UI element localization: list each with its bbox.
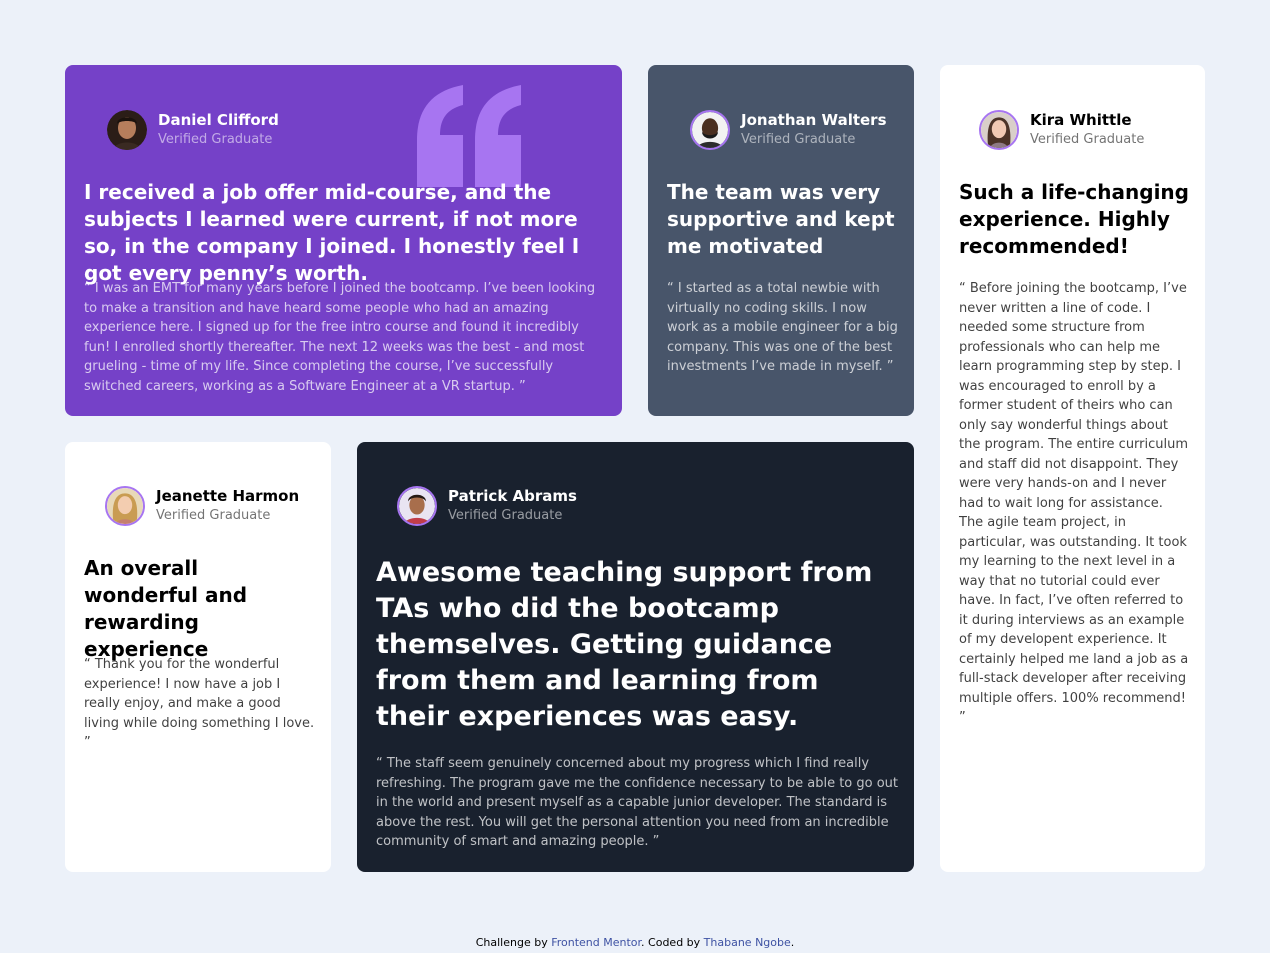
- attribution-middle: . Coded by: [641, 936, 701, 949]
- testimonial-headline: An overall wonderful and rewarding exper…: [84, 556, 248, 661]
- quotation-mark-icon: [417, 85, 521, 187]
- avatar: [979, 110, 1019, 150]
- avatar: [690, 110, 730, 150]
- testimonial-card-jonathan: Jonathan Walters Verified Graduate The t…: [648, 65, 914, 416]
- testimonial-card-jeanette: Jeanette Harmon Verified Graduate An ove…: [65, 442, 331, 872]
- attribution-prefix: Challenge by: [475, 936, 548, 949]
- testimonial-headline: Awesome teaching support from TAs who di…: [376, 557, 873, 732]
- author-block: Patrick Abrams Verified Graduate: [397, 486, 577, 526]
- testimonial-card-patrick: Patrick Abrams Verified Graduate Awesome…: [357, 442, 914, 872]
- avatar: [397, 486, 437, 526]
- avatar: [105, 486, 145, 526]
- author-name: Jeanette Harmon: [156, 487, 300, 505]
- author-name: Jonathan Walters: [741, 111, 887, 129]
- author-name: Daniel Clifford: [158, 111, 279, 129]
- author-block: Kira Whittle Verified Graduate: [979, 110, 1144, 150]
- testimonial-headline: The team was very supportive and kept me…: [667, 180, 895, 258]
- testimonial-quote: “ I started as a total newbie with virtu…: [667, 281, 898, 374]
- author-block: Jeanette Harmon Verified Graduate: [105, 486, 299, 526]
- testimonial-quote: “ Thank you for the wonderful experience…: [84, 657, 315, 750]
- testimonial-card-daniel: Daniel Clifford Verified Graduate I rece…: [65, 65, 622, 416]
- testimonial-quote: “ The staff seem genuinely concerned abo…: [376, 756, 899, 849]
- author-block: Daniel Clifford Verified Graduate: [107, 110, 279, 150]
- author-role: Verified Graduate: [1030, 132, 1145, 147]
- testimonial-headline: I received a job offer mid-course, and t…: [84, 180, 580, 285]
- author-block: Jonathan Walters Verified Graduate: [690, 110, 887, 150]
- attribution: Challenge by Frontend Mentor. Coded by T…: [0, 936, 1270, 949]
- author-name: Patrick Abrams: [448, 487, 577, 505]
- testimonial-headline: Such a life-changing experience. Highly …: [959, 180, 1189, 258]
- author-link[interactable]: Thabane Ngobe: [704, 936, 791, 949]
- testimonial-card-kira: Kira Whittle Verified Graduate Such a li…: [940, 65, 1205, 872]
- testimonial-quote: “ Before joining the bootcamp, I’ve neve…: [959, 281, 1189, 725]
- author-role: Verified Graduate: [448, 508, 563, 523]
- author-name: Kira Whittle: [1030, 111, 1132, 129]
- testimonial-quote: “ I was an EMT for many years before I j…: [84, 281, 596, 394]
- frontend-mentor-link[interactable]: Frontend Mentor: [551, 936, 641, 949]
- author-role: Verified Graduate: [158, 132, 273, 147]
- author-role: Verified Graduate: [741, 132, 856, 147]
- author-role: Verified Graduate: [156, 508, 271, 523]
- avatar: [107, 110, 147, 150]
- attribution-suffix: .: [790, 936, 795, 949]
